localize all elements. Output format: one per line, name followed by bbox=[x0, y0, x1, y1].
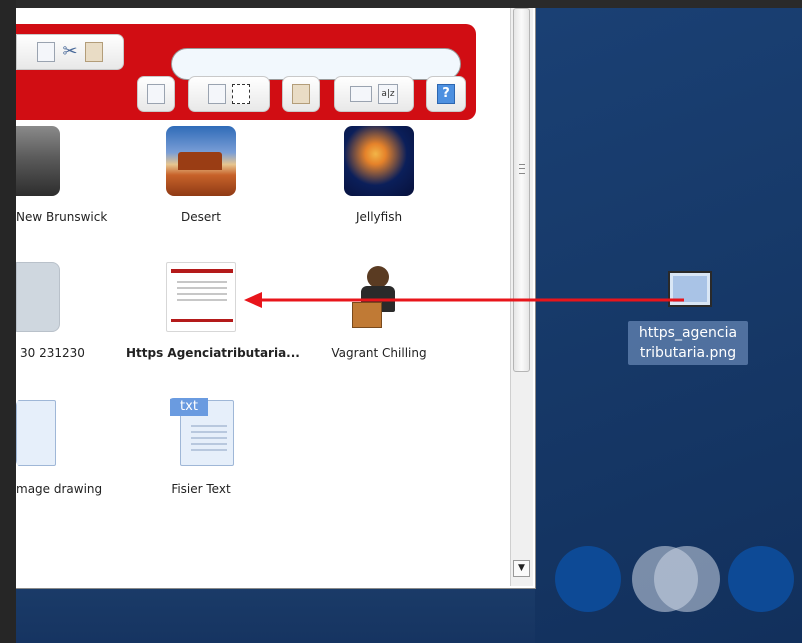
text-line bbox=[191, 449, 227, 451]
thumbnail-line bbox=[177, 281, 227, 283]
refresh-icon bbox=[147, 84, 165, 104]
image-thumbnail bbox=[668, 271, 712, 307]
text-line bbox=[191, 431, 227, 433]
scroll-thumb[interactable] bbox=[513, 8, 530, 372]
file-name: Jellyfish bbox=[355, 210, 403, 224]
thumbnail-line bbox=[177, 287, 227, 289]
file-item-image-drawing[interactable]: mage drawing bbox=[16, 398, 126, 496]
photo-thumbnail bbox=[344, 126, 414, 196]
file-name: Desert bbox=[181, 210, 221, 224]
copy-icon[interactable] bbox=[37, 42, 55, 62]
grip-icon bbox=[519, 164, 525, 174]
thumbnail-header bbox=[171, 269, 233, 273]
image-thumbnail bbox=[344, 262, 414, 332]
refresh-button[interactable] bbox=[137, 76, 175, 112]
file-name: mage drawing bbox=[16, 482, 103, 496]
toolbar: ✂ a|z ? bbox=[16, 24, 476, 120]
desktop-file-label: https_agencia tributaria.png bbox=[628, 321, 748, 365]
figure-head bbox=[367, 266, 389, 288]
box-shape bbox=[352, 302, 382, 328]
list-view-icon[interactable] bbox=[350, 86, 372, 102]
display-group: a|z bbox=[334, 76, 414, 112]
thumbnail-line bbox=[177, 293, 227, 295]
help-icon: ? bbox=[437, 84, 455, 104]
select-icon[interactable] bbox=[232, 84, 250, 104]
vertical-scrollbar[interactable]: ▼ bbox=[510, 8, 533, 586]
image-file-icon bbox=[16, 398, 60, 468]
help-button[interactable]: ? bbox=[426, 76, 466, 112]
desktop-file-icon[interactable]: https_agencia tributaria.png bbox=[628, 271, 748, 365]
sort-icon[interactable]: a|z bbox=[378, 84, 398, 104]
text-file-icon: txt bbox=[166, 398, 236, 468]
file-manager-window: ✂ a|z ? New Brunswick Desert Jellyfish 3… bbox=[16, 8, 536, 589]
paper-shape bbox=[16, 400, 56, 466]
file-item-fisier-text[interactable]: txt Fisier Text bbox=[126, 398, 276, 496]
view-group bbox=[188, 76, 270, 112]
left-edge bbox=[0, 0, 16, 643]
thumbnail-line bbox=[177, 299, 227, 301]
text-line bbox=[191, 425, 227, 427]
text-line bbox=[191, 437, 227, 439]
search-input[interactable] bbox=[172, 49, 460, 79]
photo-thumbnail bbox=[166, 126, 236, 196]
dock-circle-4[interactable] bbox=[728, 546, 794, 612]
txt-tag: txt bbox=[170, 398, 208, 416]
file-name: Vagrant Chilling bbox=[331, 346, 427, 360]
file-item-vagrant-chilling[interactable]: Vagrant Chilling bbox=[304, 262, 454, 360]
file-item-https-agenciatributaria[interactable]: Https Agenciatributaria... bbox=[126, 262, 300, 360]
file-item-screenshot[interactable]: 30 231230 bbox=[16, 262, 126, 360]
file-name: Https Agenciatributaria... bbox=[126, 346, 300, 360]
desktop-bottom-area bbox=[16, 588, 535, 643]
file-item-new-brunswick[interactable]: New Brunswick bbox=[16, 126, 126, 224]
top-bar bbox=[0, 0, 802, 8]
file-item-jellyfish[interactable]: Jellyfish bbox=[304, 126, 454, 224]
screenshot-thumbnail bbox=[166, 262, 236, 332]
clipboard-group: ✂ bbox=[16, 34, 124, 70]
thumbnail-footer bbox=[171, 319, 233, 322]
dock-circle-3[interactable] bbox=[654, 546, 720, 612]
copy-files-icon[interactable] bbox=[208, 84, 226, 104]
cut-icon[interactable]: ✂ bbox=[61, 42, 79, 62]
file-name: New Brunswick bbox=[16, 210, 108, 224]
file-name: Fisier Text bbox=[171, 482, 231, 496]
file-name: 30 231230 bbox=[20, 346, 85, 360]
scroll-down-button[interactable]: ▼ bbox=[513, 560, 530, 577]
paste-icon[interactable] bbox=[85, 42, 103, 62]
rename-button[interactable] bbox=[282, 76, 320, 112]
text-line bbox=[191, 443, 227, 445]
dock-circle-1[interactable] bbox=[555, 546, 621, 612]
photo-thumbnail bbox=[16, 126, 60, 196]
file-item-desert[interactable]: Desert bbox=[126, 126, 276, 224]
rename-icon bbox=[292, 84, 310, 104]
screenshot-thumbnail bbox=[16, 262, 60, 332]
